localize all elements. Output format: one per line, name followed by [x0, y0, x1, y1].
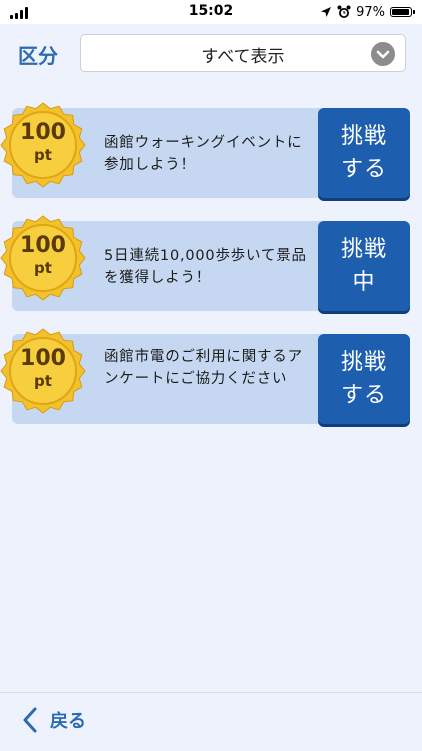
- medal-icon: 100 pt: [0, 215, 86, 301]
- challenge-title: 函館ウォーキングイベントに参加しよう！: [104, 135, 303, 173]
- filter-bar: 区分 すべて表示: [0, 24, 422, 90]
- status-right: 97%: [320, 3, 415, 21]
- location-arrow-icon: [321, 7, 332, 17]
- challenge-card: 5日連続10,000歩歩いて景品を獲得しよう！ 挑戦中 100 pt: [0, 215, 410, 311]
- challenge-card: 函館ウォーキングイベントに参加しよう！ 挑戦する 100 pt: [0, 102, 410, 198]
- points-unit: pt: [34, 146, 52, 164]
- filter-label: 区分: [18, 44, 58, 68]
- status-bar: 15:02 97%: [0, 0, 422, 24]
- back-label: 戻る: [50, 711, 86, 732]
- challenge-title: 5日連続10,000歩歩いて景品を獲得しよう！: [104, 248, 307, 286]
- points-value: 100: [20, 233, 66, 258]
- filter-select[interactable]: すべて表示: [80, 34, 406, 72]
- points-unit: pt: [34, 372, 52, 390]
- challenge-card: 函館市電のご利用に関するアンケートにご協力ください 挑戦する 100 pt: [0, 328, 410, 424]
- back-button[interactable]: 戻る: [22, 707, 86, 733]
- challenge-button[interactable]: 挑戦 する: [318, 108, 410, 198]
- challenge-button-line2: する: [340, 157, 387, 182]
- challenge-button-line1: 挑戦: [340, 237, 387, 262]
- challenge-button-line1: 挑戦: [340, 350, 387, 375]
- points-value: 100: [20, 346, 66, 371]
- footer-bar: 戻る: [0, 692, 422, 751]
- challenge-button-line1: 挑戦: [340, 124, 387, 149]
- back-chevron-icon: [23, 707, 37, 733]
- medal-icon: 100 pt: [0, 102, 86, 188]
- challenge-button[interactable]: 挑戦中: [318, 221, 410, 311]
- alarm-icon: [337, 5, 351, 18]
- challenge-button[interactable]: 挑戦 する: [318, 334, 410, 424]
- filter-selected-value: すべて表示: [201, 47, 285, 67]
- chevron-down-icon: [371, 42, 395, 66]
- points-value: 100: [20, 120, 66, 145]
- battery-percent: 97%: [356, 4, 385, 20]
- medal-icon: 100 pt: [0, 328, 86, 414]
- challenge-button-line2: する: [340, 383, 387, 408]
- challenge-button-line2: 中: [352, 270, 376, 295]
- points-unit: pt: [34, 259, 52, 277]
- challenge-title: 函館市電のご利用に関するアンケートにご協力ください: [104, 349, 303, 387]
- battery-icon: [390, 7, 415, 17]
